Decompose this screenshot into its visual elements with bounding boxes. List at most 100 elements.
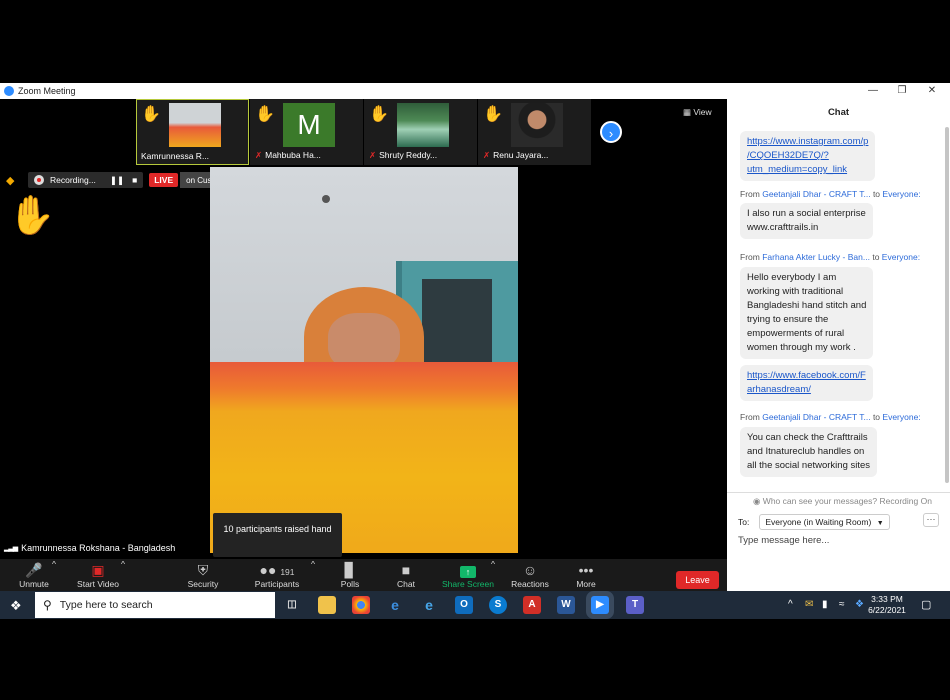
outlook-icon[interactable]: O	[455, 596, 473, 614]
chat-message: https://www.instagram.com/p /CQOEH32DE7Q…	[740, 131, 876, 181]
message-link[interactable]: https://www.instagram.com/p /CQOEH32DE7Q…	[740, 131, 876, 181]
skype-icon[interactable]: S	[489, 596, 507, 614]
thumbnail-participant-3[interactable]: ✋ ✗ Shruty Reddy...	[364, 99, 477, 165]
chat-input[interactable]: Type message here...	[738, 535, 938, 546]
message-line: www.crafttrails.in	[747, 222, 819, 233]
sender-name[interactable]: Geetanjali Dhar - CRAFT T...	[762, 189, 870, 199]
bar-chart-icon: ▊	[344, 562, 356, 578]
message-line: arhanasdream/	[747, 384, 811, 395]
next-page-button[interactable]: ›	[600, 121, 622, 143]
chat-scrollbar[interactable]	[945, 127, 949, 483]
recording-label: Recording...	[50, 175, 96, 185]
speaker-name: Kamrunnessa Rokshana - Bangladesh	[21, 543, 176, 553]
sender-name[interactable]: Farhana Akter Lucky - Ban...	[762, 252, 870, 262]
search-placeholder: Type here to search	[59, 599, 153, 611]
word-icon[interactable]: W	[557, 596, 575, 614]
chat-bubble-icon: ■	[401, 562, 411, 578]
security-label: Security	[187, 579, 219, 589]
acrobat-icon[interactable]: A	[523, 596, 541, 614]
view-label: View	[693, 107, 712, 117]
more-dots-icon: •••	[578, 562, 594, 578]
chevron-up-icon[interactable]: ^	[788, 599, 793, 610]
grid-icon: ▦	[683, 107, 692, 117]
edge-icon[interactable]: e	[386, 596, 404, 614]
view-button[interactable]: ▦ View	[683, 107, 712, 118]
message-line: https://www.instagram.com/p	[747, 136, 869, 147]
thumbnail-name-text: Mahbuba Ha...	[265, 150, 321, 160]
stop-icon[interactable]: ■	[132, 175, 137, 185]
chat-more-button[interactable]: ⋯	[923, 513, 939, 527]
chat-status[interactable]: ◉ Who can see your messages? Recording O…	[727, 492, 950, 508]
participant-picture	[511, 103, 563, 147]
message-line: women through my work .	[747, 342, 856, 353]
participant-video	[169, 103, 221, 147]
minimize-icon[interactable]: —	[859, 83, 887, 99]
zoom-app-icon	[4, 86, 14, 96]
shield-icon: ⛨	[197, 562, 209, 578]
chat-panel: Chat https://www.instagram.com/p /CQOEH3…	[727, 99, 950, 597]
battery-icon[interactable]: ▮	[822, 599, 828, 610]
chat-title: Chat	[827, 107, 850, 118]
recipient[interactable]: Everyone:	[882, 412, 920, 422]
close-icon[interactable]: ✕	[918, 83, 946, 99]
zoom-taskbar-icon[interactable]: ▶	[591, 596, 609, 614]
chrome-icon[interactable]	[352, 596, 370, 614]
thumbnail-name-text: Renu Jayara...	[493, 150, 549, 160]
raised-hand-icon: ✋	[255, 106, 275, 123]
emoji-icon: ☺	[522, 562, 538, 578]
mail-icon[interactable]: ✉	[805, 599, 813, 610]
recording-icon	[34, 175, 44, 185]
thumbnail-participant-2[interactable]: ✋ M ✗ Mahbuba Ha...	[250, 99, 363, 165]
clock-time: 3:33 PM	[871, 594, 903, 604]
message-line: working with traditional	[747, 286, 844, 297]
restore-icon[interactable]: ❐	[888, 83, 916, 99]
chat-message: I also run a social enterprise www.craft…	[740, 203, 873, 239]
leave-button[interactable]: Leave	[676, 571, 719, 589]
more-dots-icon: ⋯	[926, 514, 936, 524]
muted-mic-icon: ✗	[369, 150, 377, 160]
wifi-icon[interactable]: ≈	[839, 599, 845, 610]
message-sender: From Geetanjali Dhar - CRAFT T... to Eve…	[740, 412, 921, 422]
raised-hand-icon: ✋	[483, 106, 503, 123]
message-line: empowerments of rural	[747, 328, 845, 339]
to-word: to	[872, 252, 880, 262]
thumbnail-participant-4[interactable]: ✋ ✗ Renu Jayara...	[478, 99, 591, 165]
teams-icon[interactable]: T	[626, 596, 644, 614]
raised-hand-icon: ✋	[369, 106, 389, 123]
video-off-icon: ▣	[91, 562, 105, 578]
thumbnail-name: ✗ Renu Jayara...	[483, 150, 588, 161]
file-explorer-icon[interactable]	[318, 596, 336, 614]
message-sender: From Farhana Akter Lucky - Ban... to Eve…	[740, 252, 920, 262]
participants-count: 191	[280, 567, 295, 577]
internet-explorer-icon[interactable]: e	[420, 596, 438, 614]
message-line: and Itnatureclub handles on	[747, 446, 865, 457]
participants-icon: ●● 191	[259, 562, 295, 578]
taskbar-clock[interactable]: 3:33 PM 6/22/2021	[862, 594, 912, 616]
zoom-window: Zoom Meeting — ❐ ✕ ✋ Kamrunnessa R... ✋ …	[0, 83, 950, 619]
reactions-label: Reactions	[511, 579, 549, 589]
recipient-select[interactable]: Everyone (in Waiting Room) ▼	[759, 514, 890, 530]
message-link[interactable]: https://www.facebook.com/F arhanasdream/	[740, 365, 873, 401]
participant-picture	[397, 103, 449, 147]
recipient[interactable]: Everyone:	[882, 252, 920, 262]
shield-icon[interactable]: ◆	[6, 174, 18, 187]
recipient[interactable]: Everyone:	[882, 189, 920, 199]
raised-hand-icon: ✋	[8, 195, 56, 237]
chat-messages[interactable]: https://www.instagram.com/p /CQOEH32DE7Q…	[727, 127, 950, 489]
pause-icon[interactable]: ❚❚	[110, 175, 124, 186]
message-bubble: I also run a social enterprise www.craft…	[740, 203, 873, 239]
sender-name[interactable]: Geetanjali Dhar - CRAFT T...	[762, 412, 870, 422]
task-view-icon[interactable]: ◫	[283, 596, 301, 614]
message-line: utm_medium=copy_link	[747, 164, 848, 175]
message-line: You can check the Crafttrails	[747, 432, 868, 443]
live-badge[interactable]: LIVE	[149, 173, 179, 187]
message-line: I also run a social enterprise	[747, 208, 866, 219]
from-word: From	[740, 252, 760, 262]
chat-recipient-row: To: Everyone (in Waiting Room) ▼	[738, 514, 890, 530]
taskbar-search-input[interactable]: ⚲ Type here to search	[35, 592, 275, 618]
message-line: all the social networking sites	[747, 460, 871, 471]
thumbnail-participant-1[interactable]: ✋ Kamrunnessa R...	[136, 99, 249, 165]
windows-start-icon[interactable]: ❖	[10, 598, 22, 614]
thumbnail-name: ✗ Mahbuba Ha...	[255, 150, 360, 161]
notification-icon[interactable]: ▢	[921, 598, 931, 611]
